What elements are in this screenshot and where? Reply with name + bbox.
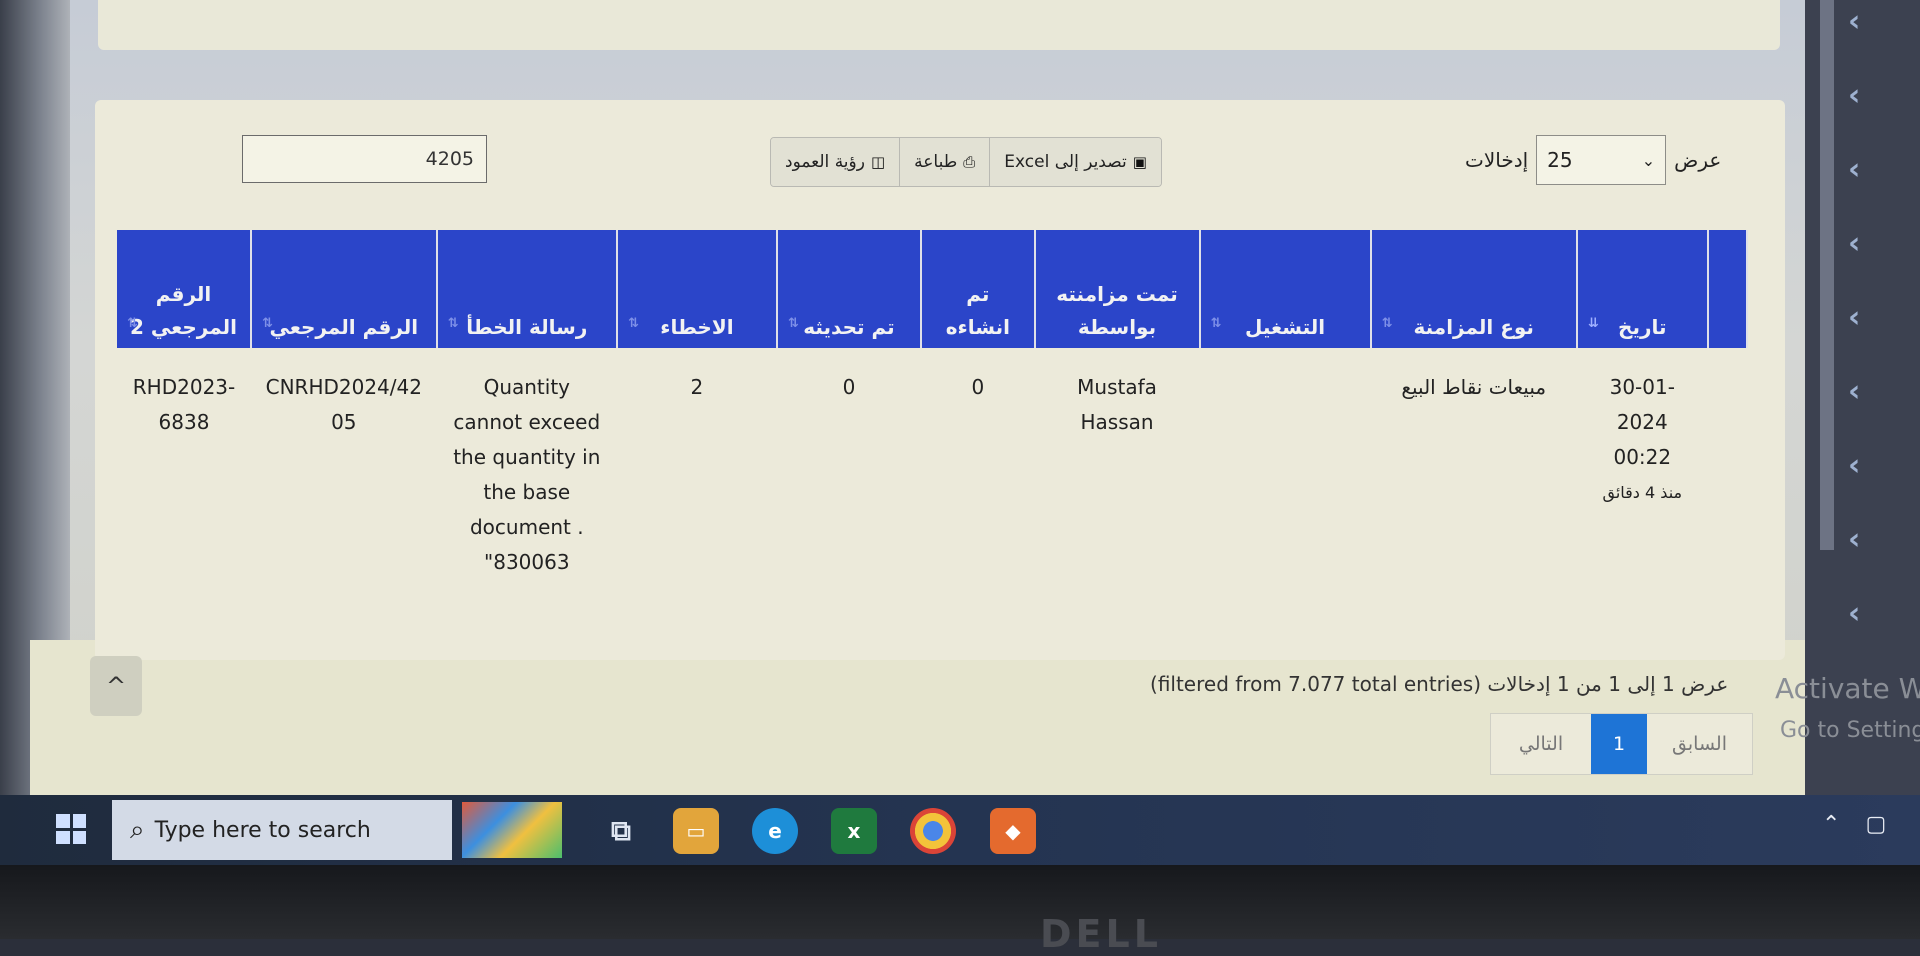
search-highlight-icon[interactable] [462,802,562,858]
search-input[interactable] [242,135,487,183]
cell-errors: 2 [690,375,704,399]
back-to-top-button[interactable]: ^ [90,656,142,716]
sort-icon: ⇅ [787,316,799,331]
cell-actions [1708,348,1747,628]
cell-synced-by: Mustafa Hassan [1077,375,1157,434]
sort-desc-icon: ⇊ [1587,316,1599,331]
chevron-left-icon[interactable]: ‹ [1848,522,1860,557]
search-icon: ⌕ [130,814,145,845]
col-header-updated[interactable]: تم تحديثه ⇅ [776,230,923,348]
task-view-icon[interactable]: ⧉ [598,808,644,854]
export-excel-label: تصدير إلى Excel [1004,152,1127,172]
dell-logo: DELL [1040,912,1162,956]
pagination-next[interactable]: التالي [1491,714,1591,774]
pagination-page-current[interactable]: 1 [1591,714,1647,774]
col-header-synced-by[interactable]: تمت مزامنته بواسطة [1034,230,1201,348]
print-button[interactable]: ⎙ طباعة [900,138,991,186]
page-length-select[interactable]: 25 ⌄ [1536,135,1667,185]
chevron-down-icon: ⌄ [1641,150,1656,170]
page-length-value: 25 [1547,148,1573,172]
chevron-left-icon[interactable]: ‹ [1848,4,1860,39]
sort-icon: ⇅ [1381,316,1393,331]
chevron-left-icon[interactable]: ‹ [1848,596,1860,631]
file-explorer-icon[interactable]: ▭ [673,808,719,854]
sort-icon: ⇅ [628,316,639,331]
sort-icon: ⇅ [262,316,273,331]
monitor-bezel [0,865,1920,939]
sort-icon: ⇅ [1210,316,1222,331]
columns-icon: ◫ [870,153,886,171]
print-label: طباعة [914,152,958,172]
cell-reference2: RHD2023-6838 [132,375,236,434]
col-header-reference2[interactable]: الرقم المرجعي 2 ⇅ [117,230,253,348]
table-header-row: الرقم المرجعي 2 ⇅ الرقم المرجعي ⇅ رسالة ال… [117,230,1749,348]
wifi-icon[interactable]: ▢ [1865,812,1886,837]
edge-icon[interactable]: e [752,808,798,854]
taskbar-search[interactable]: ⌕ Type here to search [112,800,452,860]
system-tray: ⌃ ▢ [1822,812,1886,837]
column-visibility-label: رؤية العمود [785,152,865,172]
col-header-error-message[interactable]: رسالة الخطأ ⇅ [436,230,619,348]
activate-windows-watermark: Activate W [1775,672,1920,705]
page-length-control: عرض 25 ⌄ إدخالات [1465,135,1721,185]
cell-created: 0 [971,375,985,399]
chevron-up-icon: ^ [105,672,127,700]
col-header-created[interactable]: تم انشاءه [921,230,1036,348]
chevron-left-icon[interactable]: ‹ [1848,78,1860,113]
chevron-left-icon[interactable]: ‹ [1848,226,1860,261]
column-visibility-button[interactable]: ◫ رؤية العمود [771,138,901,186]
pagination: السابق 1 التالي [1490,713,1753,775]
go-to-settings-watermark: Go to Setting [1780,718,1920,743]
cell-reference: CNRHD2024/4205 [265,375,422,434]
col-header-date[interactable]: تاريخ ⇊ [1576,230,1709,348]
chevron-left-icon[interactable]: ‹ [1848,152,1860,187]
chevron-left-icon[interactable]: ‹ [1848,448,1860,483]
col-header-reference[interactable]: الرقم المرجعي ⇅ [251,230,438,348]
cell-updated: 0 [842,375,856,399]
excel-icon[interactable]: x [831,808,877,854]
printer-icon: ⎙ [963,153,976,171]
chevron-up-icon[interactable]: ⌃ [1822,812,1840,837]
chrome-icon[interactable] [910,808,956,854]
table-row: RHD2023-6838 CNRHD2024/4205 Quantity can… [117,348,1747,628]
length-show-label: عرض [1674,148,1722,172]
sort-icon: ⇅ [447,316,459,331]
cell-date-value: 30-01-2024 00:22 [1609,375,1675,469]
top-card [98,0,1780,50]
cell-sync-type: مبيعات نقاط البيع [1401,375,1547,399]
col-header-sync-type[interactable]: نوع المزامنة ⇅ [1370,230,1578,348]
scrollbar[interactable] [1820,0,1834,550]
cell-date: 30-01-2024 00:22 منذ 4 دقائق [1577,348,1708,628]
cell-date-ago: منذ 4 دقائق [1602,483,1683,502]
export-excel-button[interactable]: ▣ تصدير إلى Excel [990,138,1161,186]
sync-log-table: الرقم المرجعي 2 ⇅ الرقم المرجعي ⇅ رسالة ال… [117,230,1749,628]
windows-start-icon[interactable] [56,814,86,844]
col-header-actions [1707,230,1749,348]
taskbar-search-placeholder: Type here to search [154,817,371,843]
table-info: عرض 1 إلى 1 من 1 إدخالات (filtered from … [1150,672,1729,696]
toolbar-buttons: ◫ رؤية العمود ⎙ طباعة ▣ تصدير إلى Excel [770,137,1162,187]
cell-run [1200,348,1371,628]
photos-icon[interactable]: ◆ [990,808,1036,854]
col-header-run[interactable]: التشغيل ⇅ [1199,230,1372,348]
sort-icon: ⇅ [127,316,138,331]
length-entries-label: إدخالات [1465,148,1529,172]
cell-error-message: Quantity cannot exceed the quantity in t… [453,375,601,574]
pagination-previous[interactable]: السابق [1647,714,1752,774]
excel-file-icon: ▣ [1132,153,1147,171]
col-header-errors[interactable]: الاخطاء ⇅ [617,230,778,348]
chevron-left-icon[interactable]: ‹ [1848,300,1860,335]
chevron-left-icon[interactable]: ‹ [1848,374,1860,409]
